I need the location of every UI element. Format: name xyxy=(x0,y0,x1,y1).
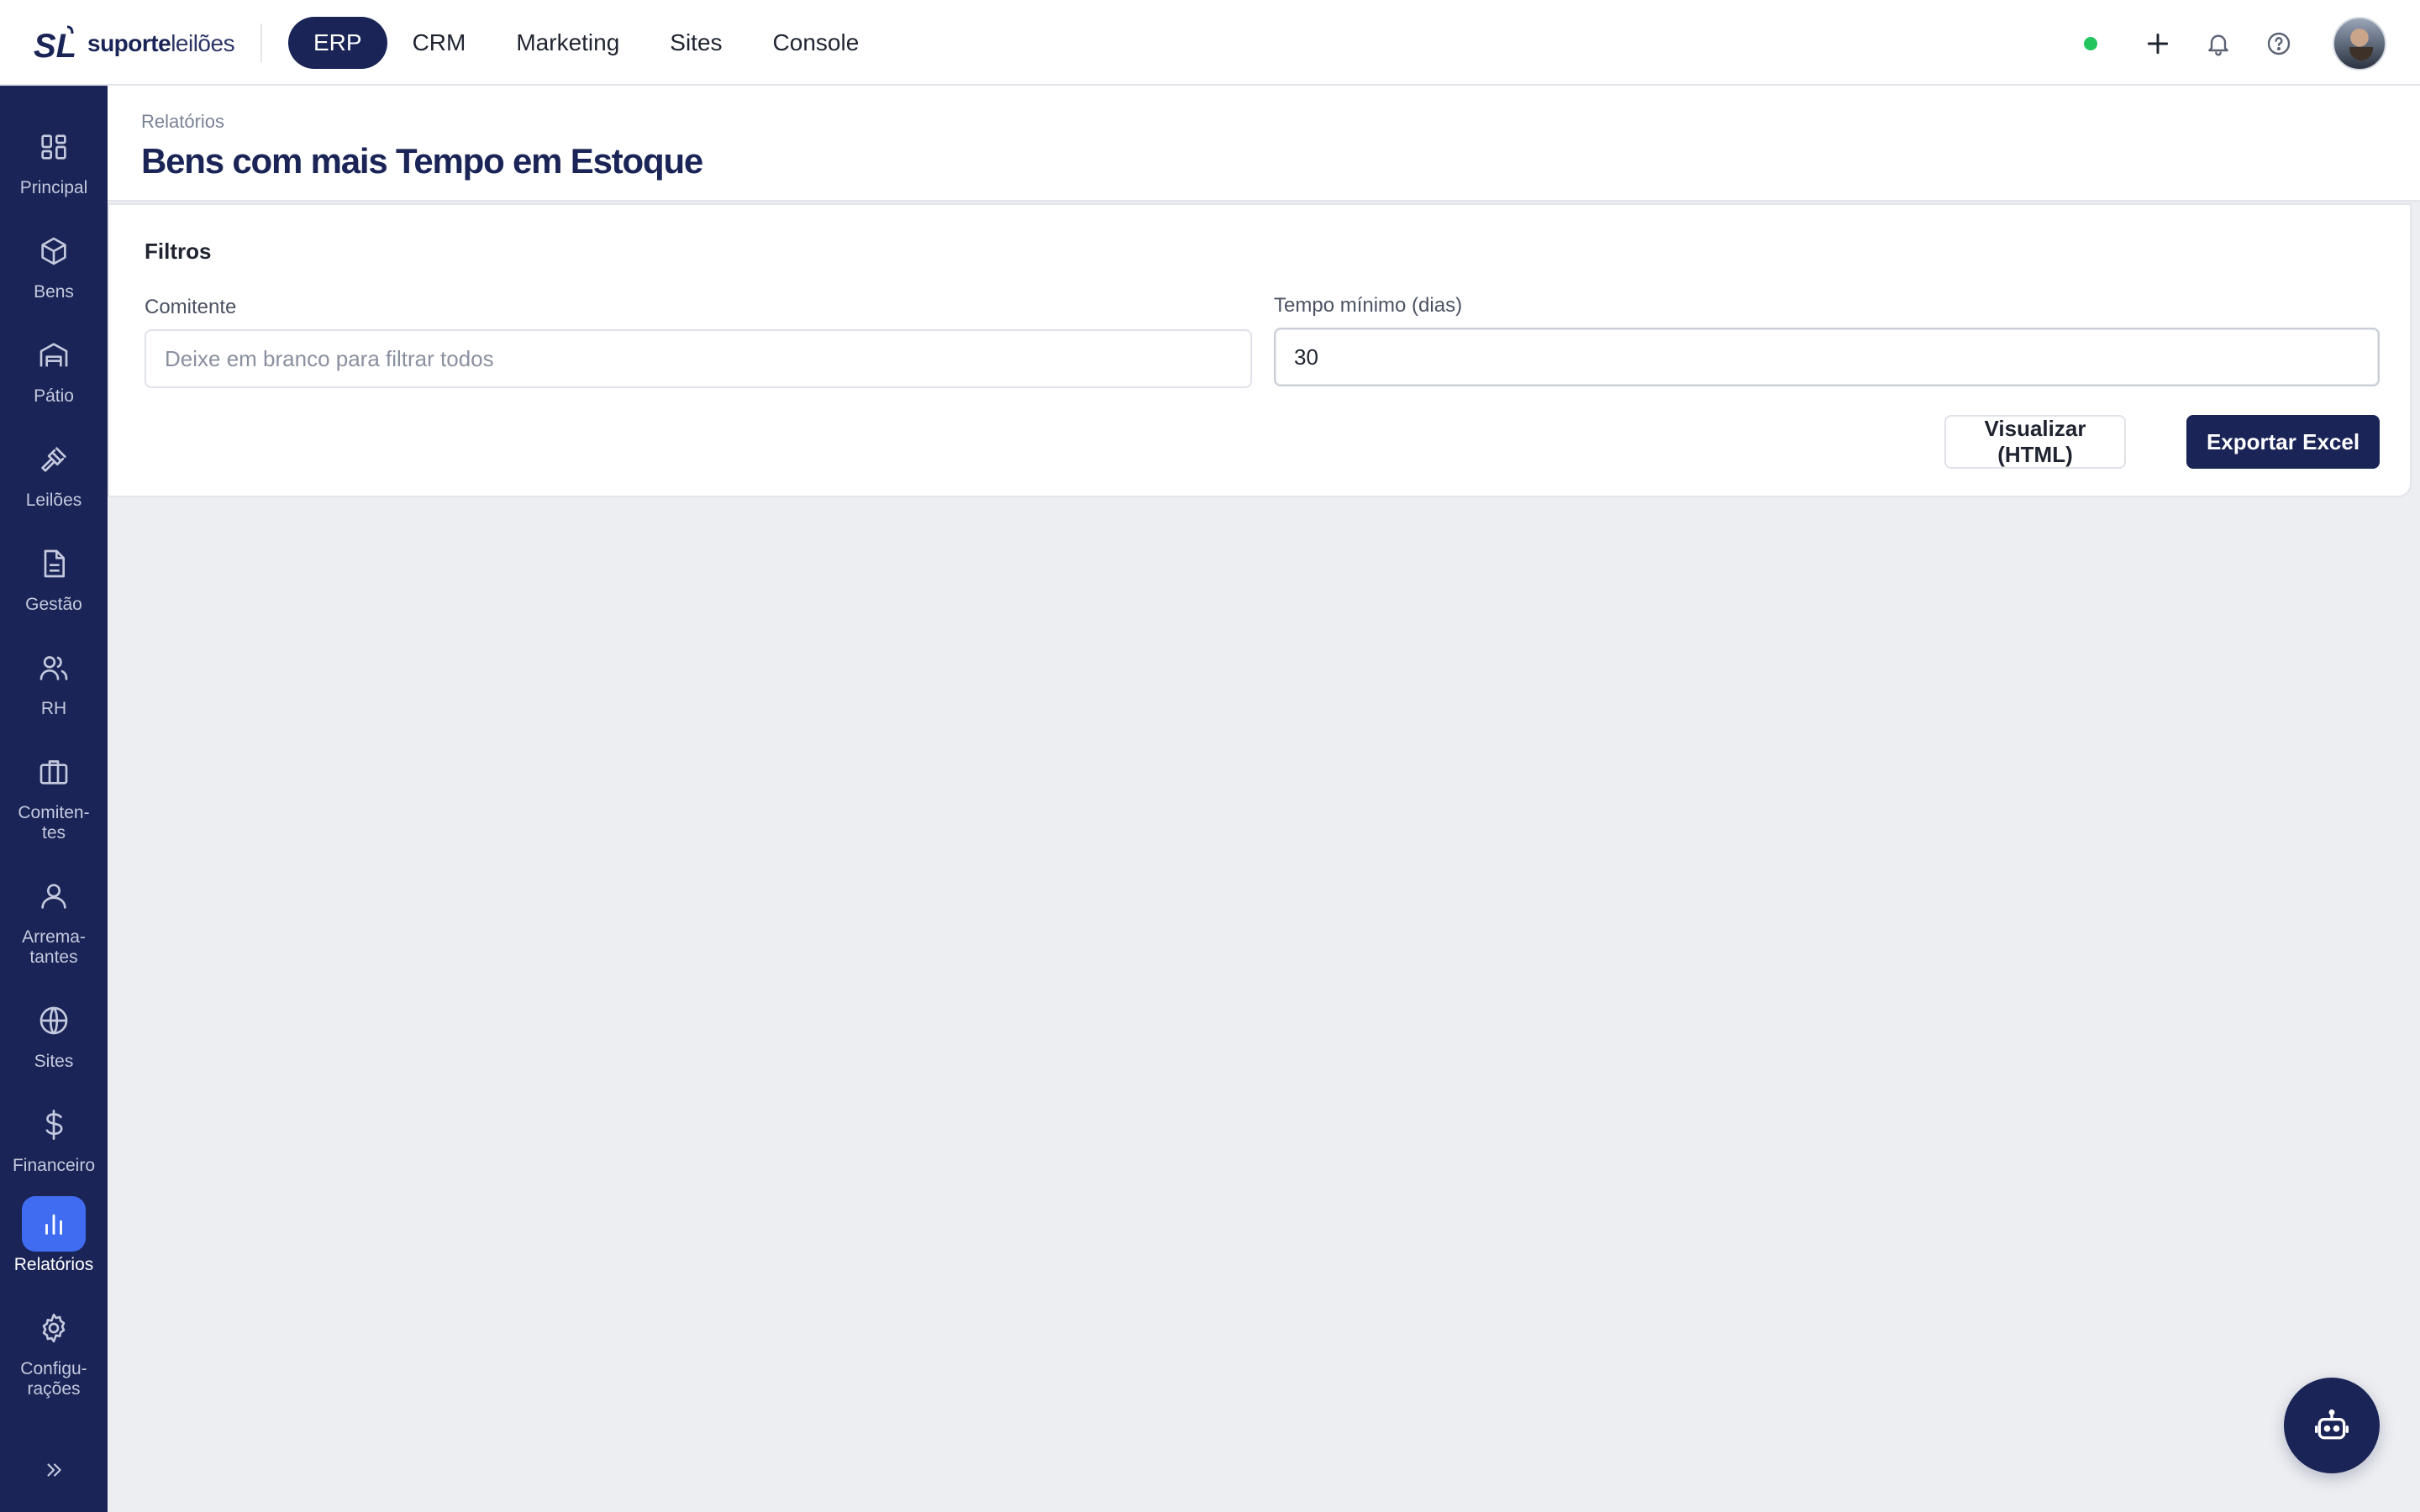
tempo-minimo-label: Tempo mínimo (dias) xyxy=(1274,294,1463,317)
topbar-divider xyxy=(260,24,262,62)
sidebar-item-patio[interactable]: Pátio xyxy=(0,328,108,407)
user-avatar[interactable] xyxy=(2333,17,2386,71)
sidebar-item-rh[interactable]: RH xyxy=(0,640,108,719)
grid-icon xyxy=(22,119,86,175)
preview-html-button[interactable]: Visualizar (HTML) xyxy=(1944,415,2126,469)
document-icon xyxy=(22,536,86,591)
sidebar-item-relatorios[interactable]: Relatórios xyxy=(0,1196,108,1275)
sidebar-item-sites[interactable]: Sites xyxy=(0,993,108,1072)
sidebar-item-configuracoes[interactable]: Configu- rações xyxy=(0,1300,108,1399)
globe-icon xyxy=(22,993,86,1048)
sidebar-item-label: Gestão xyxy=(25,595,82,614)
sidebar-item-arrematantes[interactable]: Arrema- tantes xyxy=(0,869,108,968)
module-tab-console[interactable]: Console xyxy=(748,17,885,69)
sidebar-item-label: Comiten- tes xyxy=(18,803,90,843)
sidebar-item-bens[interactable]: Bens xyxy=(0,223,108,302)
top-bar: SL suporteleilões ERP CRM Marketing Site… xyxy=(0,0,2420,86)
bot-icon xyxy=(2315,1409,2349,1440)
dollar-icon xyxy=(22,1097,86,1152)
page-header: Relatórios Bens com mais Tempo em Estoqu… xyxy=(108,86,2420,202)
filters-card: Filtros Comitente Tempo mínimo (dias) Vi… xyxy=(108,203,2412,497)
comitente-input[interactable] xyxy=(145,329,1252,388)
settings-icon xyxy=(22,1300,86,1356)
online-status-indicator xyxy=(2084,37,2097,50)
sidebar-item-label: RH xyxy=(40,699,67,718)
sidebar-item-gestao[interactable]: Gestão xyxy=(0,536,108,615)
sidebar-item-label: Pátio xyxy=(34,386,74,406)
sidebar-item-label: Arrema- tantes xyxy=(22,927,86,967)
module-tab-crm[interactable]: CRM xyxy=(387,17,492,69)
export-excel-button[interactable]: Exportar Excel xyxy=(2186,415,2380,469)
plus-icon[interactable] xyxy=(2139,25,2176,62)
briefcase-icon xyxy=(22,744,86,800)
module-nav: ERP CRM Marketing Sites Console xyxy=(288,17,884,69)
breadcrumb[interactable]: Relatórios xyxy=(141,111,224,133)
sidebar-item-label: Leilões xyxy=(25,491,82,510)
user-icon xyxy=(22,869,86,924)
module-tab-marketing[interactable]: Marketing xyxy=(491,17,644,69)
brand-name: suporteleilões xyxy=(87,30,235,56)
sidebar-item-label: Sites xyxy=(34,1052,74,1071)
sidebar-item-comitentes[interactable]: Comiten- tes xyxy=(0,744,108,843)
gavel-icon xyxy=(22,432,86,487)
bar-chart-icon xyxy=(22,1196,86,1252)
sidebar-item-label: Relatórios xyxy=(13,1255,94,1274)
filters-title: Filtros xyxy=(145,239,212,264)
comitente-label: Comitente xyxy=(145,296,237,318)
sidebar-item-label: Principal xyxy=(19,178,88,197)
help-circle-icon[interactable] xyxy=(2260,25,2297,62)
assistant-button[interactable] xyxy=(2284,1378,2380,1473)
sidebar-item-principal[interactable]: Principal xyxy=(0,119,108,198)
sidebar-item-label: Bens xyxy=(34,282,74,302)
logo-mark-icon: SL xyxy=(34,25,76,64)
chevrons-right-icon[interactable] xyxy=(37,1453,71,1487)
sidebar-item-label: Financeiro xyxy=(12,1156,96,1175)
svg-text:SL: SL xyxy=(34,28,76,64)
warehouse-icon xyxy=(22,328,86,383)
sidebar-item-leiloes[interactable]: Leilões xyxy=(0,432,108,511)
sidebar-item-label: Configu- rações xyxy=(20,1359,87,1399)
sidebar: Principal Bens Pátio Leilões Gestão RH C… xyxy=(0,86,108,1512)
page-title: Bens com mais Tempo em Estoque xyxy=(141,141,703,181)
sidebar-item-financeiro[interactable]: Financeiro xyxy=(0,1097,108,1176)
module-tab-erp[interactable]: ERP xyxy=(288,17,387,69)
box-icon xyxy=(22,223,86,279)
topbar-actions xyxy=(2084,17,2386,71)
users-icon xyxy=(22,640,86,696)
module-tab-sites[interactable]: Sites xyxy=(644,17,747,69)
bell-icon[interactable] xyxy=(2200,25,2237,62)
tempo-minimo-input[interactable] xyxy=(1274,328,2380,386)
brand-logo[interactable]: SL suporteleilões xyxy=(34,24,235,64)
